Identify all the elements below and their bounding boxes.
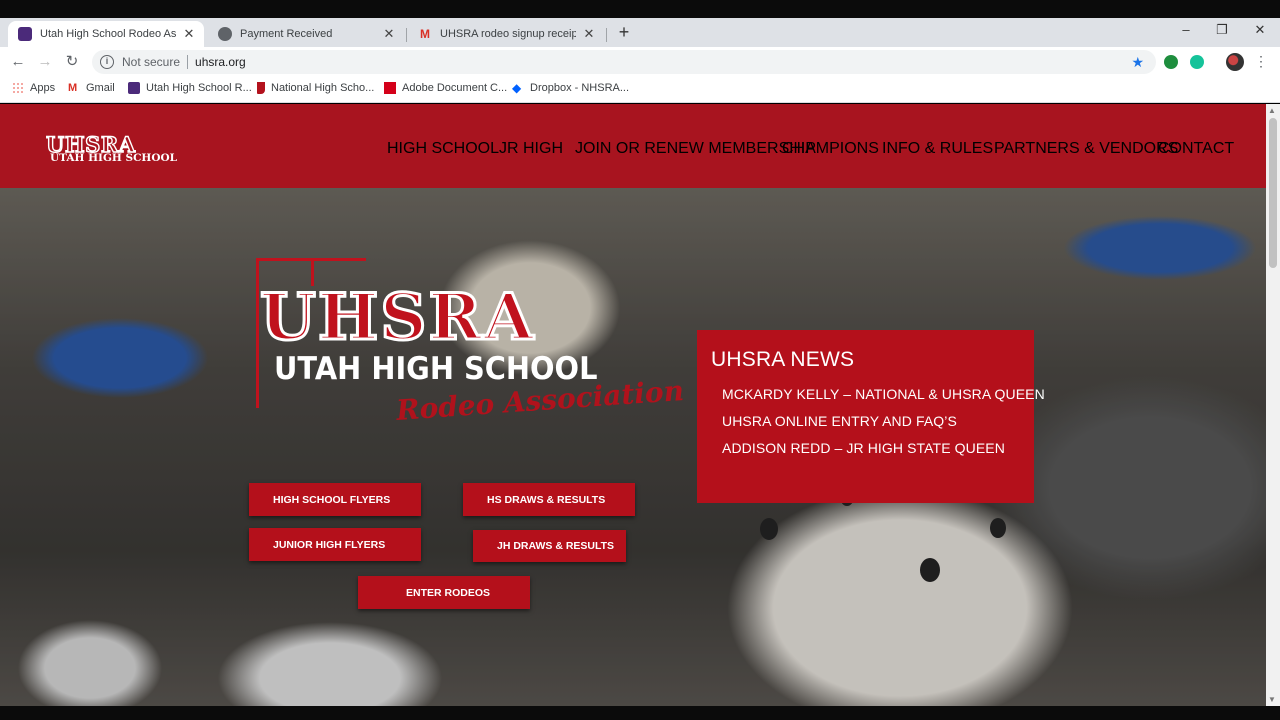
nav-contact[interactable]: CONTACT [1158, 140, 1234, 158]
close-icon[interactable]: ✕ [382, 26, 396, 42]
bookmark-label: National High Scho... [271, 82, 375, 94]
nav-info-rules[interactable]: INFO & RULES [882, 140, 993, 158]
tab-gmail-receipt[interactable]: M UHSRA rodeo signup receipt - fit ✕ [408, 21, 604, 47]
bookmark-gmail[interactable]: M Gmail [68, 82, 115, 94]
bull-spot [760, 518, 778, 540]
bull-spot [920, 558, 940, 582]
forward-arrow-icon[interactable]: → [35, 52, 55, 72]
uhsra-favicon-icon [18, 27, 32, 41]
scroll-down-icon[interactable]: ▼ [1268, 695, 1276, 704]
back-arrow-icon[interactable]: ← [8, 52, 28, 72]
bookmark-apps[interactable]: Apps [12, 82, 55, 94]
reload-icon[interactable]: ↻ [62, 52, 82, 72]
security-status: Not secure [122, 55, 181, 69]
scroll-up-icon[interactable]: ▲ [1268, 106, 1276, 115]
extension-check-icon[interactable] [1164, 55, 1178, 69]
page-viewport: UHSRA UTAH HIGH SCHOOL HIGH SCHOOL JR HI… [0, 104, 1266, 706]
dropbox-icon: ◆ [512, 81, 522, 95]
uhsra-favicon-icon [128, 82, 140, 94]
hero-logo-subtitle: UTAH HIGH SCHOOL [274, 351, 598, 387]
window-top-edge [0, 0, 1280, 18]
news-panel: UHSRA NEWS MCKARDY KELLY – NATIONAL & UH… [697, 330, 1045, 503]
hs-draws-results-button[interactable]: HS DRAWS & RESULTS [463, 483, 635, 516]
scrollbar-thumb[interactable] [1269, 118, 1277, 268]
restore-icon[interactable]: ❐ [1212, 22, 1232, 38]
tab-divider [406, 28, 407, 42]
nav-champions[interactable]: CHAMPIONS [782, 140, 879, 158]
site-header: UHSRA UTAH HIGH SCHOOL HIGH SCHOOL JR HI… [0, 104, 1266, 188]
tab-uhsra[interactable]: Utah High School Rodeo Associa ✕ [8, 21, 204, 47]
bull-spot [990, 518, 1006, 538]
tab-title: Utah High School Rodeo Associa [40, 28, 176, 40]
gmail-icon: M [68, 82, 78, 94]
adobe-icon [384, 82, 396, 94]
close-icon[interactable]: ✕ [582, 26, 596, 42]
window-close-icon[interactable]: ✕ [1250, 22, 1270, 38]
bookmark-nhsra[interactable]: National High Scho... [257, 82, 374, 94]
boot-icon [257, 82, 265, 94]
globe-icon [218, 27, 232, 41]
nav-partners-vendors[interactable]: PARTNERS & VENDORS [994, 140, 1178, 158]
bookmark-star-icon[interactable]: ★ [1131, 54, 1144, 71]
bookmarks-bar: Apps M Gmail Utah High School R... Natio… [0, 77, 1280, 103]
bookmark-adobe[interactable]: Adobe Document C... [384, 82, 507, 94]
hero-logo: UHSRA UTAH HIGH SCHOOL Rodeo Association [256, 258, 685, 448]
address-divider [187, 55, 189, 69]
browser-toolbar: ← → ↻ i Not secure uhsra.org ★ [0, 47, 1280, 77]
news-item[interactable]: UHSRA ONLINE ENTRY AND FAQ’S [722, 413, 957, 429]
close-icon[interactable]: ✕ [182, 26, 196, 42]
window-bottom-edge [0, 706, 1280, 720]
bookmark-dropbox[interactable]: ◆ Dropbox - NHSRA... [512, 82, 629, 94]
minimize-icon[interactable]: – [1176, 22, 1196, 37]
junior-high-flyers-button[interactable]: JUNIOR HIGH FLYERS [249, 528, 421, 561]
page-scrollbar[interactable]: ▲ ▼ [1266, 104, 1280, 706]
logo-subtext: UTAH HIGH SCHOOL [50, 152, 178, 164]
tab-title: Payment Received [240, 28, 333, 40]
tab-payment-received[interactable]: Payment Received ✕ [208, 21, 404, 47]
site-logo[interactable]: UHSRA UTAH HIGH SCHOOL [45, 131, 177, 168]
bookmark-uhsra[interactable]: Utah High School R... [128, 82, 252, 94]
bookmark-label: Adobe Document C... [402, 82, 508, 94]
address-bar[interactable]: i Not secure uhsra.org ★ [92, 50, 1156, 74]
grammarly-icon[interactable] [1190, 55, 1204, 69]
news-title: UHSRA NEWS [711, 348, 855, 371]
avatar[interactable] [1226, 53, 1244, 71]
bookmark-label: Dropbox - NHSRA... [530, 82, 630, 94]
info-icon[interactable]: i [100, 55, 114, 69]
nav-jr-high[interactable]: JR HIGH [499, 140, 563, 158]
enter-rodeos-button[interactable]: ENTER RODEOS [358, 576, 530, 609]
nav-high-school[interactable]: HIGH SCHOOL [387, 140, 499, 158]
more-menu-icon[interactable]: ⋮ [1254, 53, 1268, 70]
nav-join-renew[interactable]: JOIN OR RENEW MEMBERSHIP [575, 140, 816, 158]
apps-grid-icon [12, 82, 24, 94]
bookmark-label: Gmail [86, 82, 115, 94]
news-item[interactable]: ADDISON REDD – JR HIGH STATE QUEEN [722, 440, 1005, 456]
high-school-flyers-button[interactable]: HIGH SCHOOL FLYERS [249, 483, 421, 516]
tab-title: UHSRA rodeo signup receipt - fit [440, 28, 576, 40]
hero-banner: UHSRA UTAH HIGH SCHOOL Rodeo Association… [0, 188, 1266, 706]
new-tab-button[interactable]: + [614, 22, 634, 42]
url-text[interactable]: uhsra.org [195, 55, 246, 69]
bookmark-label: Apps [30, 82, 56, 94]
tab-strip: Utah High School Rodeo Associa ✕ Payment… [0, 18, 1280, 47]
hero-logo-title: UHSRA [258, 280, 536, 355]
gmail-icon: M [420, 27, 430, 41]
bookmark-label: Utah High School R... [146, 82, 252, 94]
news-item[interactable]: MCKARDY KELLY – NATIONAL & UHSRA QUEEN [722, 386, 1045, 402]
jh-draws-results-button[interactable]: JH DRAWS & RESULTS [473, 530, 626, 562]
tab-divider [606, 28, 607, 42]
